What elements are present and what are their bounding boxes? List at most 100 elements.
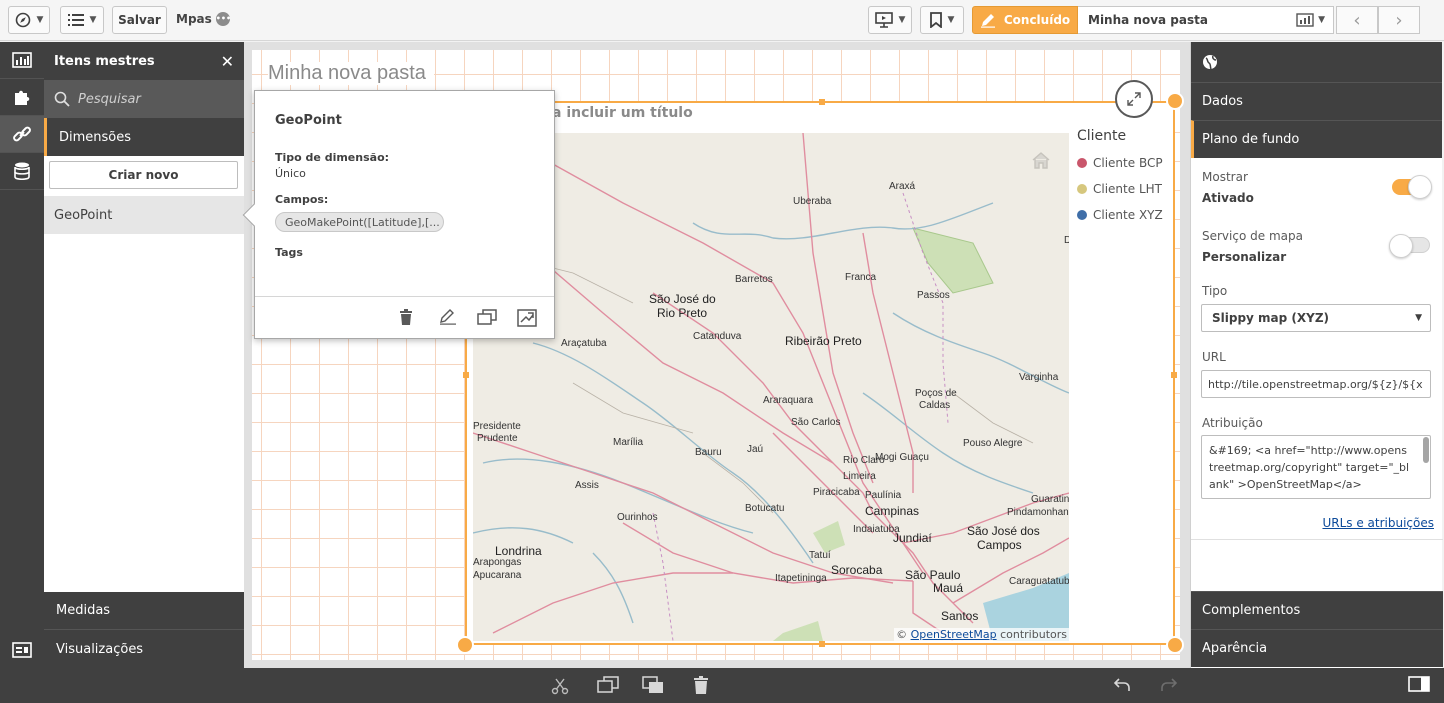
- resize-handle-top[interactable]: [819, 99, 825, 105]
- urls-attributions-link[interactable]: URLs e atribuições: [1322, 516, 1434, 530]
- bar-chart-icon: [12, 52, 32, 68]
- map-label: Uberaba: [793, 196, 832, 207]
- redo-icon[interactable]: [1160, 676, 1178, 692]
- dimensions-section-header[interactable]: Dimensões: [44, 118, 244, 156]
- toggle-knob: [1389, 234, 1413, 258]
- app-info-icon[interactable]: •••: [215, 12, 231, 26]
- legend-color-dot: [1077, 210, 1087, 220]
- map-service-toggle[interactable]: [1389, 234, 1430, 258]
- panel-header: Itens mestres ✕: [44, 42, 244, 80]
- legend-item[interactable]: Cliente LHT: [1077, 176, 1175, 202]
- map-label: São José do: [649, 292, 716, 306]
- addons-section-header[interactable]: Complementos: [1191, 591, 1443, 629]
- resize-handle-left[interactable]: [463, 372, 469, 378]
- map-canvas[interactable]: Araxá Uberaba Barretos Franca Passos São…: [473, 133, 1069, 641]
- next-sheet-button[interactable]: ›: [1378, 6, 1420, 34]
- master-item-geopoint[interactable]: GeoPoint: [44, 196, 244, 234]
- map-label: Araraquara: [763, 395, 814, 406]
- scissors-icon[interactable]: [551, 677, 569, 695]
- bookmarks-button[interactable]: ▼: [920, 6, 964, 34]
- save-button[interactable]: Salvar: [112, 6, 167, 34]
- search-input[interactable]: Pesquisar: [44, 80, 244, 118]
- attribution-textarea[interactable]: &#169; <a href="http://www.openstreetmap…: [1201, 435, 1431, 499]
- previous-sheet-button[interactable]: ‹: [1336, 6, 1378, 34]
- puzzle-icon: [15, 90, 30, 105]
- sheet-title[interactable]: Minha nova pasta: [268, 62, 434, 85]
- map-label: Campinas: [865, 504, 920, 518]
- resize-handle-bottom-left[interactable]: [456, 636, 474, 654]
- home-icon[interactable]: [1031, 151, 1051, 169]
- rail-data-preview-button[interactable]: [0, 632, 44, 668]
- close-icon[interactable]: ✕: [221, 52, 234, 71]
- map-label: Bauru: [695, 447, 722, 458]
- background-section-header[interactable]: Plano de fundo: [1191, 120, 1442, 158]
- map-label: Caraguatatub: [1009, 576, 1069, 587]
- url-input[interactable]: http://tile.openstreetmap.org/${z}/${x: [1201, 370, 1431, 398]
- resize-handle-top-right[interactable]: [1166, 92, 1184, 110]
- chevron-down-icon: ▼: [36, 15, 44, 25]
- viz-title-placeholder[interactable]: a incluir um título: [552, 105, 693, 121]
- appearance-section-header[interactable]: Aparência: [1191, 629, 1443, 667]
- trash-icon[interactable]: [693, 676, 709, 694]
- attribution-label: Atribuição: [1202, 416, 1263, 430]
- navigation-button[interactable]: ▼: [8, 6, 50, 34]
- map-tiles: [473, 133, 1069, 641]
- rail-extensions-button[interactable]: [0, 79, 44, 116]
- measures-section-header[interactable]: Medidas: [44, 592, 244, 630]
- tags-label: Tags: [275, 246, 303, 259]
- map-type-select[interactable]: Slippy map (XYZ) ▼: [1201, 304, 1431, 332]
- map-label: Araxá: [889, 181, 916, 192]
- map-label: São José dos: [967, 524, 1040, 538]
- done-editing-button[interactable]: Concluído: [972, 6, 1078, 34]
- undo-icon[interactable]: [1113, 676, 1131, 692]
- legend-item[interactable]: Cliente XYZ: [1077, 202, 1175, 228]
- map-attribution: © OpenStreetMap contributors: [894, 628, 1069, 641]
- rail-charts-button[interactable]: [0, 42, 44, 79]
- map-label: Piracicaba: [813, 487, 860, 498]
- paste-icon[interactable]: [642, 676, 664, 694]
- toggle-properties-panel-icon[interactable]: [1408, 676, 1430, 692]
- chevron-down-icon: ▼: [89, 15, 97, 25]
- map-label: Varginha: [1019, 372, 1059, 383]
- create-new-button[interactable]: Criar novo: [49, 161, 238, 189]
- pencil-icon[interactable]: [439, 309, 457, 325]
- resize-handle-right[interactable]: [1171, 372, 1177, 378]
- map-label: São Carlos: [791, 417, 841, 428]
- copy-icon[interactable]: [597, 676, 619, 694]
- map-label: São Paulo: [905, 568, 961, 582]
- openstreetmap-link[interactable]: OpenStreetMap: [911, 628, 997, 641]
- trash-icon[interactable]: [399, 309, 413, 325]
- chevron-down-icon: ▼: [1415, 313, 1422, 323]
- fullscreen-button[interactable]: [1115, 80, 1153, 118]
- visualizations-section-header[interactable]: Visualizações: [44, 630, 244, 668]
- app-name[interactable]: Mpas •••: [176, 12, 231, 26]
- add-to-sheet-icon[interactable]: [517, 309, 537, 327]
- resize-handle-bottom-right[interactable]: [1166, 636, 1184, 654]
- legend-label: Cliente LHT: [1093, 182, 1162, 196]
- map-label: Itapetininga: [775, 573, 827, 584]
- global-menu-button[interactable]: ▼: [60, 6, 104, 34]
- map-label: Santos: [941, 609, 979, 623]
- map-visualization[interactable]: a incluir um título Araxá Uberaba Barret…: [456, 92, 1184, 654]
- storytelling-button[interactable]: ▼: [868, 6, 912, 34]
- rail-fields-button[interactable]: [0, 153, 44, 190]
- map-label: Franca: [845, 272, 877, 283]
- textarea-scrollbar[interactable]: [1423, 437, 1429, 463]
- map-label: Jaú: [747, 444, 764, 455]
- master-items-panel: Itens mestres ✕ Pesquisar Dimensões Cria…: [44, 42, 244, 668]
- map-label: Rio Preto: [657, 306, 708, 320]
- rail-master-items-button[interactable]: [0, 116, 44, 153]
- map-label: Jundiaí: [893, 531, 932, 545]
- sheet-selector[interactable]: Minha nova pasta ▼: [1078, 6, 1334, 34]
- chevron-right-icon: ›: [1395, 9, 1403, 31]
- list-icon: [67, 14, 84, 26]
- show-toggle[interactable]: [1392, 175, 1432, 199]
- legend-item[interactable]: Cliente BCP: [1077, 150, 1175, 176]
- chevron-down-icon: ▼: [1318, 15, 1325, 25]
- duplicate-icon[interactable]: [477, 309, 497, 325]
- chevron-left-icon: ‹: [1353, 9, 1361, 31]
- data-section-header[interactable]: Dados: [1191, 82, 1442, 120]
- sheet-thumbnail-icon: [1296, 13, 1314, 27]
- resize-handle-bottom[interactable]: [819, 641, 825, 647]
- field-chip: GeoMakePoint([Latitude],[...: [275, 212, 444, 232]
